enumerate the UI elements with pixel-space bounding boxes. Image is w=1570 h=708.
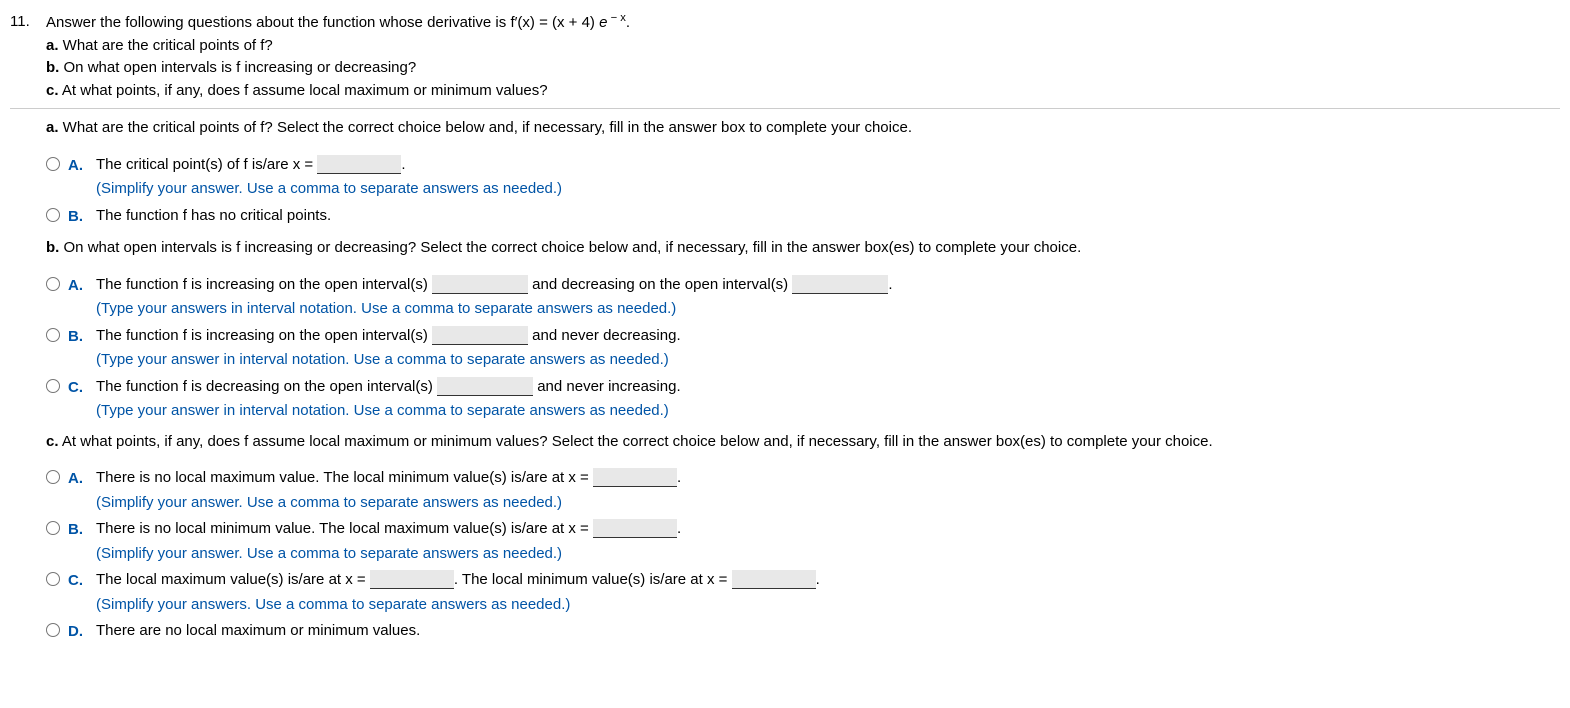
choice-label: A.: [68, 154, 96, 178]
choice-c-A-seg2: .: [677, 469, 681, 486]
choice-c-A-line: There is no local maximum value. The loc…: [96, 467, 1560, 490]
choice-c-A-seg1: There is no local maximum value. The loc…: [96, 469, 593, 486]
input-b-B-1[interactable]: [432, 326, 528, 345]
stem-c-text: At what points, if any, does f assume lo…: [59, 82, 548, 99]
choice-b-C-seg2: and never increasing.: [533, 378, 681, 395]
part-c-prompt: c. At what points, if any, does f assume…: [46, 431, 1560, 454]
choice-c-C-seg2: . The local minimum value(s) is/are at x…: [454, 571, 732, 588]
choice-a-A-post: .: [401, 156, 405, 173]
choice-a-A-line: The critical point(s) of f is/are x = .: [96, 154, 1560, 177]
stem-a-bold: a.: [46, 37, 59, 54]
choice-c-B-seg2: .: [677, 520, 681, 537]
stem-formula: f′(x) = (x + 4) e − x.: [510, 14, 630, 31]
part-a-bold: a.: [46, 119, 59, 136]
choice-b-B-seg1: The function f is increasing on the open…: [96, 327, 432, 344]
radio-a-B[interactable]: [46, 208, 60, 222]
radio-a-A[interactable]: [46, 157, 60, 171]
part-c-prompt-text: At what points, if any, does f assume lo…: [59, 433, 1213, 450]
choice-label: A.: [68, 467, 96, 491]
part-c-section: c. At what points, if any, does f assume…: [46, 431, 1560, 645]
choice-label: B.: [68, 518, 96, 542]
input-c-C-2[interactable]: [732, 570, 816, 589]
radio-c-A[interactable]: [46, 470, 60, 484]
choice-b-B-seg2: and never decreasing.: [528, 327, 681, 344]
radio-c-B[interactable]: [46, 521, 60, 535]
input-a-A[interactable]: [317, 155, 401, 174]
part-c-bold: c.: [46, 433, 59, 450]
part-b-section: b. On what open intervals is f increasin…: [46, 237, 1560, 423]
choice-c-B-seg1: There is no local minimum value. The loc…: [96, 520, 593, 537]
part-a-section: a. What are the critical points of f? Se…: [46, 117, 1560, 229]
choice-label: B.: [68, 325, 96, 349]
choice-a-B: B. The function f has no critical points…: [46, 205, 1560, 230]
stem-b-text: On what open intervals is f increasing o…: [59, 59, 416, 76]
choice-b-A-line: The function f is increasing on the open…: [96, 274, 1560, 297]
input-c-A-1[interactable]: [593, 468, 677, 487]
choice-b-A-seg2: and decreasing on the open interval(s): [528, 276, 792, 293]
radio-b-A[interactable]: [46, 277, 60, 291]
question-container: 11. Answer the following questions about…: [10, 10, 1560, 645]
choice-c-C: C. The local maximum value(s) is/are at …: [46, 569, 1560, 616]
choice-b-B: B. The function f is increasing on the o…: [46, 325, 1560, 372]
choice-label: A.: [68, 274, 96, 298]
input-b-A-2[interactable]: [792, 275, 888, 294]
choice-b-A-seg3: .: [888, 276, 892, 293]
radio-b-C[interactable]: [46, 379, 60, 393]
choice-c-D: D. There are no local maximum or minimum…: [46, 620, 1560, 645]
formula-tail: .: [626, 14, 630, 31]
formula-pre: f′(x) = (x + 4): [510, 14, 599, 31]
choice-a-A: A. The critical point(s) of f is/are x =…: [46, 154, 1560, 201]
choice-b-C: C. The function f is decreasing on the o…: [46, 376, 1560, 423]
choice-c-C-seg3: .: [816, 571, 820, 588]
choice-label: C.: [68, 569, 96, 593]
part-b-prompt: b. On what open intervals is f increasin…: [46, 237, 1560, 260]
choice-c-C-line: The local maximum value(s) is/are at x =…: [96, 569, 1560, 592]
choice-b-C-hint: (Type your answer in interval notation. …: [96, 400, 1560, 423]
choice-b-B-line: The function f is increasing on the open…: [96, 325, 1560, 348]
choice-c-B: B. There is no local minimum value. The …: [46, 518, 1560, 565]
stem-a-text: What are the critical points of f?: [59, 37, 273, 54]
choice-b-A: A. The function f is increasing on the o…: [46, 274, 1560, 321]
choice-c-C-seg1: The local maximum value(s) is/are at x =: [96, 571, 370, 588]
radio-c-C[interactable]: [46, 572, 60, 586]
part-a-prompt-text: What are the critical points of f? Selec…: [59, 119, 912, 136]
choice-label: D.: [68, 620, 96, 644]
divider: [10, 108, 1560, 109]
stem-part-c: c. At what points, if any, does f assume…: [46, 80, 1560, 103]
choice-c-A: A. There is no local maximum value. The …: [46, 467, 1560, 514]
input-c-C-1[interactable]: [370, 570, 454, 589]
choice-a-B-text: The function f has no critical points.: [96, 205, 1560, 228]
choice-b-A-hint: (Type your answers in interval notation.…: [96, 298, 1560, 321]
input-b-A-1[interactable]: [432, 275, 528, 294]
choice-c-B-line: There is no local minimum value. The loc…: [96, 518, 1560, 541]
choice-b-B-hint: (Type your answer in interval notation. …: [96, 349, 1560, 372]
input-b-C-1[interactable]: [437, 377, 533, 396]
part-b-prompt-text: On what open intervals is f increasing o…: [59, 239, 1081, 256]
choice-a-A-pre: The critical point(s) of f is/are x =: [96, 156, 317, 173]
choice-a-A-hint: (Simplify your answer. Use a comma to se…: [96, 178, 1560, 201]
radio-c-D[interactable]: [46, 623, 60, 637]
question-number: 11.: [10, 10, 46, 34]
choice-c-A-hint: (Simplify your answer. Use a comma to se…: [96, 492, 1560, 515]
stem-c-bold: c.: [46, 82, 59, 99]
part-a-prompt: a. What are the critical points of f? Se…: [46, 117, 1560, 140]
stem-lead: Answer the following questions about the…: [46, 14, 510, 31]
formula-exp: − x: [607, 12, 625, 24]
stem-part-b: b. On what open intervals is f increasin…: [46, 57, 1560, 80]
stem-b-bold: b.: [46, 59, 59, 76]
radio-b-B[interactable]: [46, 328, 60, 342]
choice-c-C-hint: (Simplify your answers. Use a comma to s…: [96, 594, 1560, 617]
input-c-B-1[interactable]: [593, 519, 677, 538]
choice-c-B-hint: (Simplify your answer. Use a comma to se…: [96, 543, 1560, 566]
choice-label: B.: [68, 205, 96, 229]
choice-b-C-line: The function f is decreasing on the open…: [96, 376, 1560, 399]
choice-b-A-seg1: The function f is increasing on the open…: [96, 276, 432, 293]
choice-b-C-seg1: The function f is decreasing on the open…: [96, 378, 437, 395]
question-stem: 11. Answer the following questions about…: [10, 10, 1560, 102]
part-b-bold: b.: [46, 239, 59, 256]
choice-label: C.: [68, 376, 96, 400]
question-body: Answer the following questions about the…: [46, 10, 1560, 102]
stem-part-a: a. What are the critical points of f?: [46, 35, 1560, 58]
choice-c-D-text: There are no local maximum or minimum va…: [96, 620, 1560, 643]
